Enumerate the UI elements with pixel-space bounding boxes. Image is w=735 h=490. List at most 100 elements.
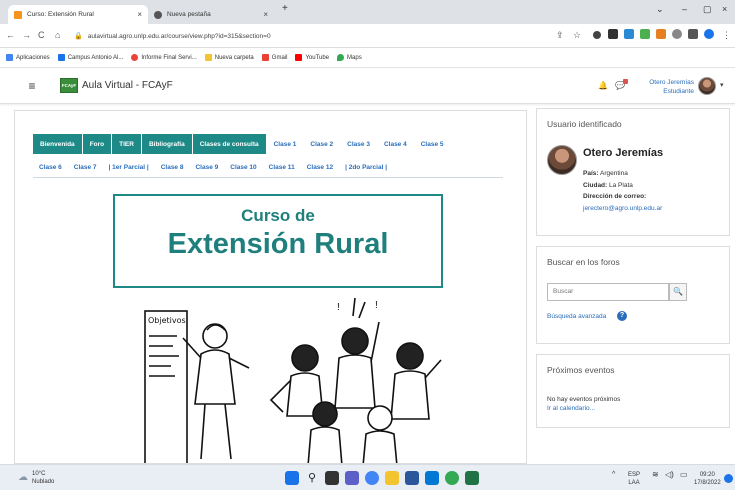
maximize-window-icon[interactable]: ▢ [703,4,712,15]
reload-icon[interactable]: C [38,30,45,40]
user-role: Estudiante [663,88,694,95]
new-tab-button[interactable]: + [282,3,288,14]
teams-icon[interactable] [345,471,359,485]
forum-search-input[interactable]: Buscar [547,283,669,301]
excel-icon[interactable] [465,471,479,485]
course-section-tab[interactable]: Clase 6 [33,159,68,175]
close-tab-icon[interactable]: × [263,10,268,19]
windows-start-icon[interactable] [285,471,299,485]
word-icon[interactable] [405,471,419,485]
lock-icon: 🔒 [74,33,83,40]
browser-tab-new[interactable]: Nueva pestaña × [148,5,274,24]
home-icon[interactable]: ⌂ [55,30,60,40]
course-section-tab[interactable]: Clase 9 [189,159,224,175]
extension-icon[interactable] [624,29,634,39]
course-section-tab[interactable]: Clase 5 [414,134,451,154]
notifications-bell-icon[interactable]: 🔔 [598,81,608,90]
course-section-tab[interactable]: Clase 1 [267,134,304,154]
sidebar-icon[interactable] [688,29,698,39]
course-section-tab[interactable]: Clase 7 [68,159,103,175]
file-explorer-icon[interactable] [385,471,399,485]
url-bar[interactable]: 🔒 aulavirtual.agro.unlp.edu.ar/course/vi… [74,28,534,44]
course-section-tab[interactable]: TIER [112,134,142,154]
user-full-name[interactable]: Otero Jeremías [583,147,663,159]
close-window-icon[interactable]: × [722,4,727,14]
extensions-puzzle-icon[interactable] [672,29,682,39]
course-section-tab[interactable]: Clase 12 [301,159,339,175]
course-section-tab[interactable]: Clase 4 [377,134,414,154]
wifi-icon[interactable]: ≋ [652,471,659,479]
course-section-tab[interactable]: Bibliografía [141,134,193,154]
course-section-tab[interactable]: Clase 8 [155,159,190,175]
tab-search-chevron-icon[interactable]: ⌄ [656,4,664,15]
nav-drawer-toggle-icon[interactable]: ≡ [24,78,40,94]
store-icon[interactable] [425,471,439,485]
course-section-tab[interactable]: Clase 10 [224,159,262,175]
course-section-tab[interactable]: Clases de consulta [192,134,267,154]
address-toolbar: ← → C ⌂ 🔒 aulavirtual.agro.unlp.edu.ar/c… [0,24,735,48]
profile-icon[interactable] [704,29,714,39]
no-events-text: No hay eventos próximos [547,396,621,403]
forward-arrow-icon[interactable]: → [22,30,31,40]
chrome-icon[interactable] [365,471,379,485]
language-indicator[interactable]: ESP LAA [628,471,640,487]
help-icon[interactable]: ? [617,311,627,321]
flip-chart [144,310,188,463]
course-banner: Curso de Extensión Rural [113,194,443,288]
avatar[interactable] [698,77,716,95]
volume-icon[interactable]: ◁) [665,471,674,479]
bookmarks-bar: Aplicaciones Campus Antonio Al... Inform… [0,48,735,68]
search-icon[interactable]: 🔍 [669,283,687,301]
extension-icon[interactable] [608,29,618,39]
caret-down-icon[interactable]: ▾ [720,81,724,89]
user-avatar[interactable] [547,145,577,175]
bookmark-informe[interactable]: Informe Final Servi... [131,54,197,61]
course-section-tab[interactable]: Clase 2 [303,134,340,154]
bookmark-gmail[interactable]: Gmail [261,54,287,61]
bookmark-apps[interactable]: Aplicaciones [6,54,50,61]
block-title: Próximos eventos [547,365,615,375]
close-tab-icon[interactable]: × [137,10,142,19]
course-section-tab[interactable]: Foro [82,134,113,154]
clock[interactable]: 09:20 17/8/2022 [694,471,721,487]
chevron-up-icon[interactable]: ^ [612,471,615,479]
weather-widget[interactable]: ☁ 10°C Nublado [18,470,54,486]
bookmark-star-icon[interactable]: ☆ [573,30,581,41]
task-view-icon[interactable] [325,471,339,485]
minimize-window-icon[interactable]: – [682,4,687,14]
url-text: aulavirtual.agro.unlp.edu.ar/course/view… [87,32,271,40]
extension-icon[interactable] [593,31,601,39]
course-section-tab[interactable]: | 2do Parcial | [339,159,393,175]
user-email-link[interactable]: jerectero@agro.unlp.edu.ar [583,203,662,215]
site-logo[interactable]: FCAyF [60,78,78,93]
browser-tab-course[interactable]: Curso: Extensión Rural × [8,5,148,24]
course-section-tab[interactable]: Clase 11 [263,159,301,175]
notification-icon[interactable] [724,474,733,483]
app-icon[interactable] [445,471,459,485]
maps-pin-icon [337,54,345,61]
bookmark-maps[interactable]: Maps [337,54,362,61]
user-menu[interactable]: Otero Jeremías Estudiante [638,78,694,96]
bookmark-folder[interactable]: Nueva carpeta [204,54,254,61]
block-title: Buscar en los foros [547,257,620,267]
advanced-search-link[interactable]: Búsqueda avanzada [547,313,606,320]
bookmark-youtube[interactable]: YouTube [295,54,329,61]
weather-condition: Nublado [32,479,55,485]
user-email-row: Dirección de correo: [583,191,662,203]
battery-icon[interactable]: ▭ [680,471,688,479]
extension-icon[interactable] [640,29,650,39]
course-section-tab[interactable]: Clase 3 [340,134,377,154]
country-label: País: [583,170,599,177]
banner-line2: Extensión Rural [167,228,389,260]
calendar-link[interactable]: Ir al calendario... [547,405,595,412]
bookmark-campus[interactable]: Campus Antonio Al... [57,54,123,61]
search-icon[interactable]: ⚲ [305,471,319,485]
svg-text:!: ! [337,302,340,313]
chrome-menu-icon[interactable]: ⋮ [722,30,731,41]
course-section-tab[interactable]: | 1er Parcial | [103,159,155,175]
extension-icon[interactable] [656,29,666,39]
site-name[interactable]: Aula Virtual - FCAyF [82,80,173,91]
share-icon[interactable]: ⇪ [556,30,564,41]
course-section-tab[interactable]: Bienvenida [33,134,83,154]
back-arrow-icon[interactable]: ← [6,30,15,40]
